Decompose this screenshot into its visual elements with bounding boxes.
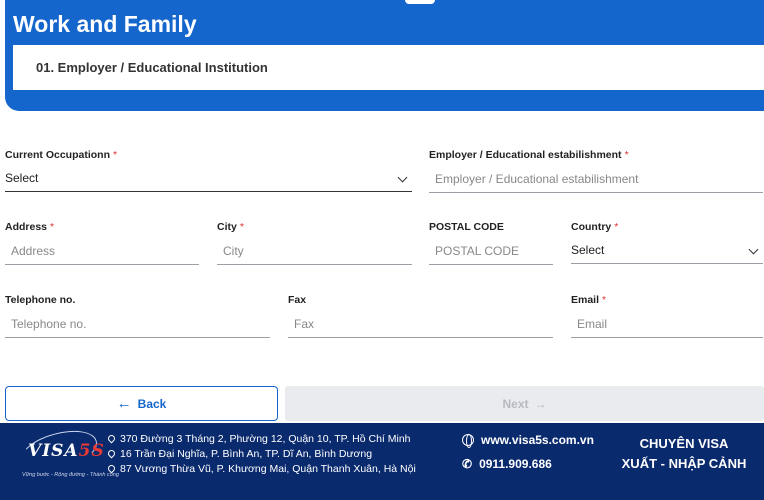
promo-banner: VISA5S Vững bước - Rộng đường - Thành cô… <box>0 423 764 500</box>
occupation-field: Current Occupationn * Select <box>5 149 412 192</box>
required-mark: * <box>50 221 55 233</box>
chevron-down-icon <box>397 172 408 183</box>
city-input[interactable]: City <box>217 239 412 265</box>
country-select[interactable]: Select <box>571 238 763 264</box>
postal-input[interactable]: POSTAL CODE <box>429 239 553 265</box>
arrow-left-icon: ← <box>116 395 132 412</box>
employer-placeholder: Employer / Educational estabilishment <box>435 172 639 186</box>
section-title: 01. Employer / Educational Institution <box>36 60 268 75</box>
section-header: Work and Family 01. Employer / Education… <box>5 0 764 111</box>
globe-icon <box>462 434 474 448</box>
required-mark: * <box>239 221 244 233</box>
city-field: City * City <box>217 221 412 265</box>
required-mark: * <box>113 149 118 161</box>
employer-label: Employer / Educational estabilishment <box>429 149 622 161</box>
address-line-3: 87 Vương Thừa Vũ, P. Khương Mai, Quận Th… <box>108 463 416 475</box>
country-field: Country * Select <box>571 221 763 264</box>
required-mark: * <box>614 221 619 233</box>
postal-placeholder: POSTAL CODE <box>435 244 520 258</box>
address-field: Address * Address <box>5 221 199 265</box>
slogan-line-2: XUẤT - NHẬP CẢNH <box>621 456 747 471</box>
arrow-right-icon: → <box>534 396 547 411</box>
email-input[interactable]: Email <box>571 312 763 338</box>
occupation-label: Current Occupationn <box>5 149 111 161</box>
required-mark: * <box>624 149 629 161</box>
location-pin-icon <box>108 465 115 474</box>
occupation-select[interactable]: Select <box>5 166 412 192</box>
location-pin-icon <box>108 450 115 459</box>
address-line-1: 370 Đường 3 Tháng 2, Phường 12, Quận 10,… <box>108 433 411 445</box>
chevron-down-icon <box>748 244 759 255</box>
address-label: Address <box>5 221 48 233</box>
phone-link[interactable]: ✆ 0911.909.686 <box>462 457 552 471</box>
email-label: Email <box>571 294 600 306</box>
telephone-placeholder: Telephone no. <box>11 317 87 331</box>
city-placeholder: City <box>223 244 244 258</box>
city-label: City <box>217 221 237 233</box>
brand-logo: VISA5S Vững bước - Rộng đường - Thành cô… <box>16 423 119 491</box>
country-label: Country <box>571 221 612 233</box>
telephone-input[interactable]: Telephone no. <box>5 312 270 338</box>
required-mark: * <box>602 294 607 306</box>
telephone-field: Telephone no. Telephone no. <box>5 294 270 338</box>
email-placeholder: Email <box>577 317 608 331</box>
section-subheader: 01. Employer / Educational Institution <box>13 45 764 90</box>
fax-field: Fax Fax <box>288 294 553 338</box>
next-button[interactable]: Next → <box>285 386 764 421</box>
page-title: Work and Family <box>13 11 197 37</box>
back-label: Back <box>137 396 167 411</box>
next-label: Next <box>502 396 529 411</box>
postal-label: POSTAL CODE <box>429 221 504 233</box>
phone-icon: ✆ <box>462 457 473 471</box>
occupation-value: Select <box>5 171 39 185</box>
postal-field: POSTAL CODE POSTAL CODE <box>429 221 553 265</box>
slogan-line-1: CHUYÊN VISA <box>639 436 729 451</box>
email-field: Email * Email <box>571 294 763 338</box>
employer-input[interactable]: Employer / Educational estabilishment <box>429 167 763 193</box>
address-input[interactable]: Address <box>5 239 199 265</box>
fax-label: Fax <box>288 294 307 306</box>
fax-input[interactable]: Fax <box>288 312 553 338</box>
location-pin-icon <box>108 435 115 444</box>
address-placeholder: Address <box>11 244 56 258</box>
logo-tagline: Vững bước - Rộng đường - Thành công <box>22 472 119 478</box>
employer-field: Employer / Educational estabilishment * E… <box>429 149 763 193</box>
address-line-2: 16 Trần Đại Nghĩa, P. Bình An, TP. Dĩ An… <box>108 448 372 460</box>
logo-text: VISA5S <box>28 441 105 461</box>
country-value: Select <box>571 243 605 257</box>
header-notch <box>405 0 435 4</box>
telephone-label: Telephone no. <box>5 294 76 306</box>
back-button[interactable]: ← Back <box>5 386 278 421</box>
website-link[interactable]: www.visa5s.com.vn <box>462 433 594 448</box>
fax-placeholder: Fax <box>294 317 315 331</box>
